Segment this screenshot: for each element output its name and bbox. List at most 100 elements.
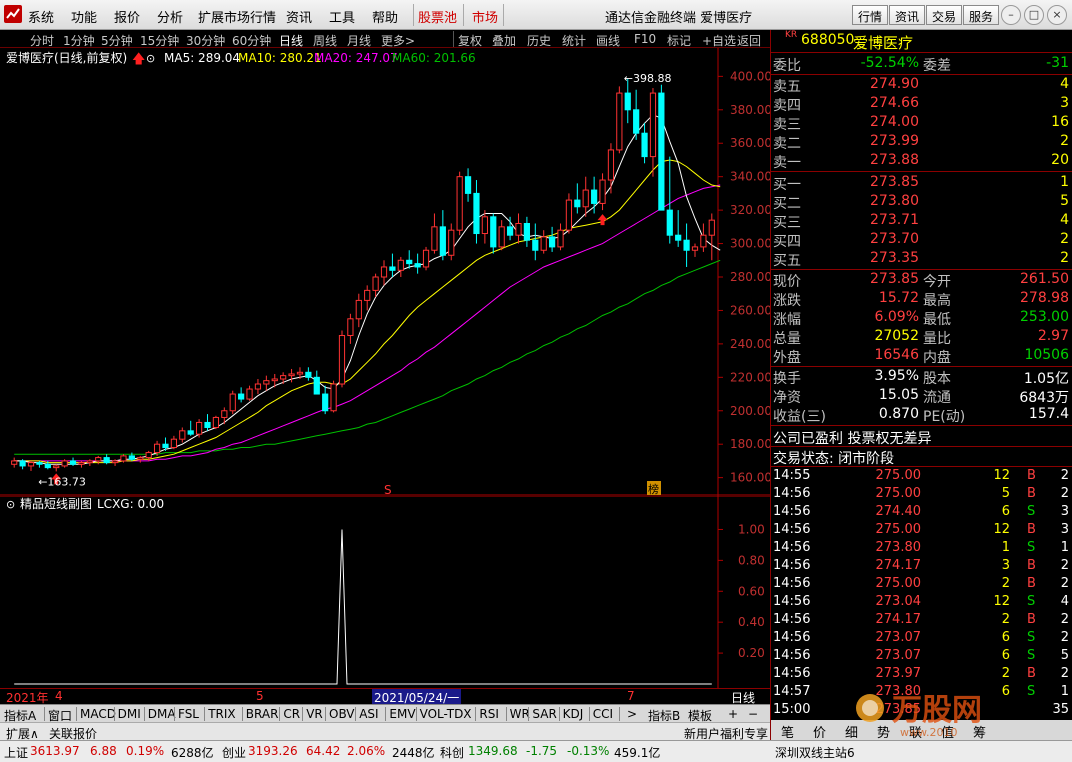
tool-f10[interactable]: F10	[634, 32, 656, 46]
menu-item-quote[interactable]: 报价	[114, 7, 140, 26]
trade-button[interactable]: 交易	[926, 5, 963, 25]
period-tab-15min[interactable]: 15分钟	[140, 32, 179, 49]
bid-level-row[interactable]: 买一 273.85 1	[771, 173, 1072, 193]
bid-level-price: 273.80	[870, 193, 919, 209]
indicator-tab-emv[interactable]: EMV	[389, 707, 415, 721]
ask-level-row[interactable]: 卖二 273.99 2	[771, 132, 1072, 152]
indicator-tick-label: 0.80	[738, 553, 765, 567]
indicator-tab-fsl[interactable]: FSL	[178, 707, 199, 721]
tool-overlay[interactable]: 叠加	[492, 32, 516, 49]
close-icon[interactable]: ×	[1047, 5, 1067, 25]
indicator-tab-asi[interactable]: ASI	[359, 707, 378, 721]
menu-item-stock-pool[interactable]: 股票池	[418, 7, 457, 26]
panel-tab[interactable]: 价	[813, 722, 826, 741]
subchart-settings-icon[interactable]: ⊙	[6, 498, 15, 511]
bid-level-label: 买五	[773, 253, 801, 269]
ask-level-volume: 2	[1060, 133, 1069, 149]
ask-level-row[interactable]: 卖五 274.90 4	[771, 75, 1072, 95]
tick-price: 275.00	[875, 576, 922, 591]
add-window-icon[interactable]: +	[728, 707, 738, 721]
menu-item-help[interactable]: 帮助	[372, 7, 398, 26]
menu-item-system[interactable]: 系统	[28, 7, 54, 26]
event-marker-s[interactable]: S	[384, 483, 392, 496]
period-tab-60min[interactable]: 60分钟	[232, 32, 271, 49]
indicator-tab-dmi[interactable]: DMI	[118, 707, 141, 721]
indicator-tab-brar[interactable]: BRAR	[246, 707, 279, 721]
server-status[interactable]: 深圳双线主站6	[775, 744, 855, 761]
panel-tab[interactable]: 笔	[781, 722, 794, 741]
indicator-subchart[interactable]: 0.20 0.40 0.60 0.80 1.00 ⊙ 精品短线副图 LCXG: 0.00	[0, 496, 770, 688]
cy-index-label[interactable]: 创业	[222, 744, 246, 761]
kc-index-label[interactable]: 科创	[440, 744, 464, 761]
menu-item-analysis[interactable]: 分析	[157, 7, 183, 26]
indicator-tab-vr[interactable]: VR	[306, 707, 323, 721]
fundamental-value: 15.05	[878, 387, 919, 403]
menu-item-ext-market[interactable]: 扩展市场行情	[198, 7, 276, 26]
period-tab-1min[interactable]: 1分钟	[63, 32, 95, 49]
minimize-icon[interactable]: –	[1001, 5, 1021, 25]
period-tab-5min[interactable]: 5分钟	[101, 32, 133, 49]
tool-restore-rights[interactable]: 复权	[458, 32, 482, 49]
app-logo-icon[interactable]	[4, 5, 22, 23]
service-button[interactable]: 服务	[963, 5, 1000, 25]
candle-body	[36, 462, 43, 465]
tool-history[interactable]: 历史	[527, 32, 551, 49]
indicator-tab-wr[interactable]: WR	[510, 707, 530, 721]
bid-level-row[interactable]: 买二 273.80 5	[771, 192, 1072, 212]
tick-direction: B	[1027, 612, 1036, 627]
bid-level-row[interactable]: 买五 273.35 2	[771, 249, 1072, 269]
tick-volume: 2	[1001, 666, 1010, 681]
tool-statistics[interactable]: 统计	[562, 32, 586, 49]
candlestick-chart[interactable]: 160.00 180.00 200.00 220.00 240.00 260.00 280.…	[0, 48, 770, 496]
tab-scroll-right-icon[interactable]: >	[627, 707, 637, 721]
period-tab-more[interactable]: 更多>	[381, 32, 415, 49]
bid-level-row[interactable]: 买四 273.70 2	[771, 230, 1072, 250]
ask-level-row[interactable]: 卖三 274.00 16	[771, 113, 1072, 133]
menu-item-news[interactable]: 资讯	[286, 7, 312, 26]
indicator-tab-cr[interactable]: CR	[283, 707, 300, 721]
tick-direction: S	[1027, 504, 1036, 519]
tool-mark[interactable]: 标记	[667, 32, 691, 49]
indicator-tab-macd[interactable]: MACD	[80, 707, 116, 721]
tick-row: 14:56 274.17 3 B 2	[771, 557, 1072, 575]
sh-index-label[interactable]: 上证	[4, 744, 28, 761]
menu-item-market[interactable]: 市场	[472, 7, 498, 26]
indicator-tab-sar[interactable]: SAR	[532, 707, 556, 721]
period-tab-intraday[interactable]: 分时	[30, 32, 54, 49]
tool-draw-line[interactable]: 画线	[596, 32, 620, 49]
tool-add-watchlist[interactable]: +自选	[702, 32, 736, 49]
ma-settings-icon[interactable]: ⊙	[146, 52, 155, 65]
candle-body	[490, 216, 497, 248]
tool-back[interactable]: 返回	[737, 32, 761, 49]
ask-level-price: 273.88	[870, 152, 919, 168]
indicator-tab-trix[interactable]: TRIX	[208, 707, 235, 721]
menu-item-tools[interactable]: 工具	[329, 7, 355, 26]
ask-level-row[interactable]: 卖一 273.88 20	[771, 151, 1072, 171]
period-tab-weekly[interactable]: 周线	[313, 32, 337, 49]
period-tab-daily[interactable]: 日线	[279, 32, 303, 49]
event-marker-bang[interactable]: 榜	[648, 482, 659, 496]
tick-volume: 6	[1001, 648, 1010, 663]
maximize-icon[interactable]: □	[1024, 5, 1044, 25]
news-button[interactable]: 资讯	[889, 5, 926, 25]
candle-body	[44, 463, 51, 469]
candle-body	[439, 226, 446, 256]
indicator-tab-rsi[interactable]: RSI	[479, 707, 499, 721]
indicator-tab-cci[interactable]: CCI	[593, 707, 613, 721]
tick-list[interactable]: 14:55 275.00 12 B 2 14:56 275.00 5 B 2 14:56 274.40…	[771, 467, 1072, 719]
date-axis-july: 7	[627, 689, 635, 703]
promo-link[interactable]: 新用户福利专享	[684, 725, 768, 742]
indicator-tab-vol-tdx[interactable]: VOL-TDX	[420, 707, 472, 721]
menu-item-function[interactable]: 功能	[71, 7, 97, 26]
period-tab-30min[interactable]: 30分钟	[186, 32, 225, 49]
period-tab-monthly[interactable]: 月线	[347, 32, 371, 49]
ask-level-row[interactable]: 卖四 274.66 3	[771, 94, 1072, 114]
indicator-tab-dma[interactable]: DMA	[148, 707, 176, 721]
bid-level-row[interactable]: 买三 273.71 4	[771, 211, 1072, 231]
indicator-tab-obv[interactable]: OBV	[329, 707, 355, 721]
remove-window-icon[interactable]: −	[748, 707, 758, 721]
quote-button[interactable]: 行情	[852, 5, 889, 25]
ask-level-price: 274.90	[870, 76, 919, 92]
fundamental-value: 3.95%	[874, 368, 919, 384]
indicator-tab-kdj[interactable]: KDJ	[563, 707, 584, 721]
